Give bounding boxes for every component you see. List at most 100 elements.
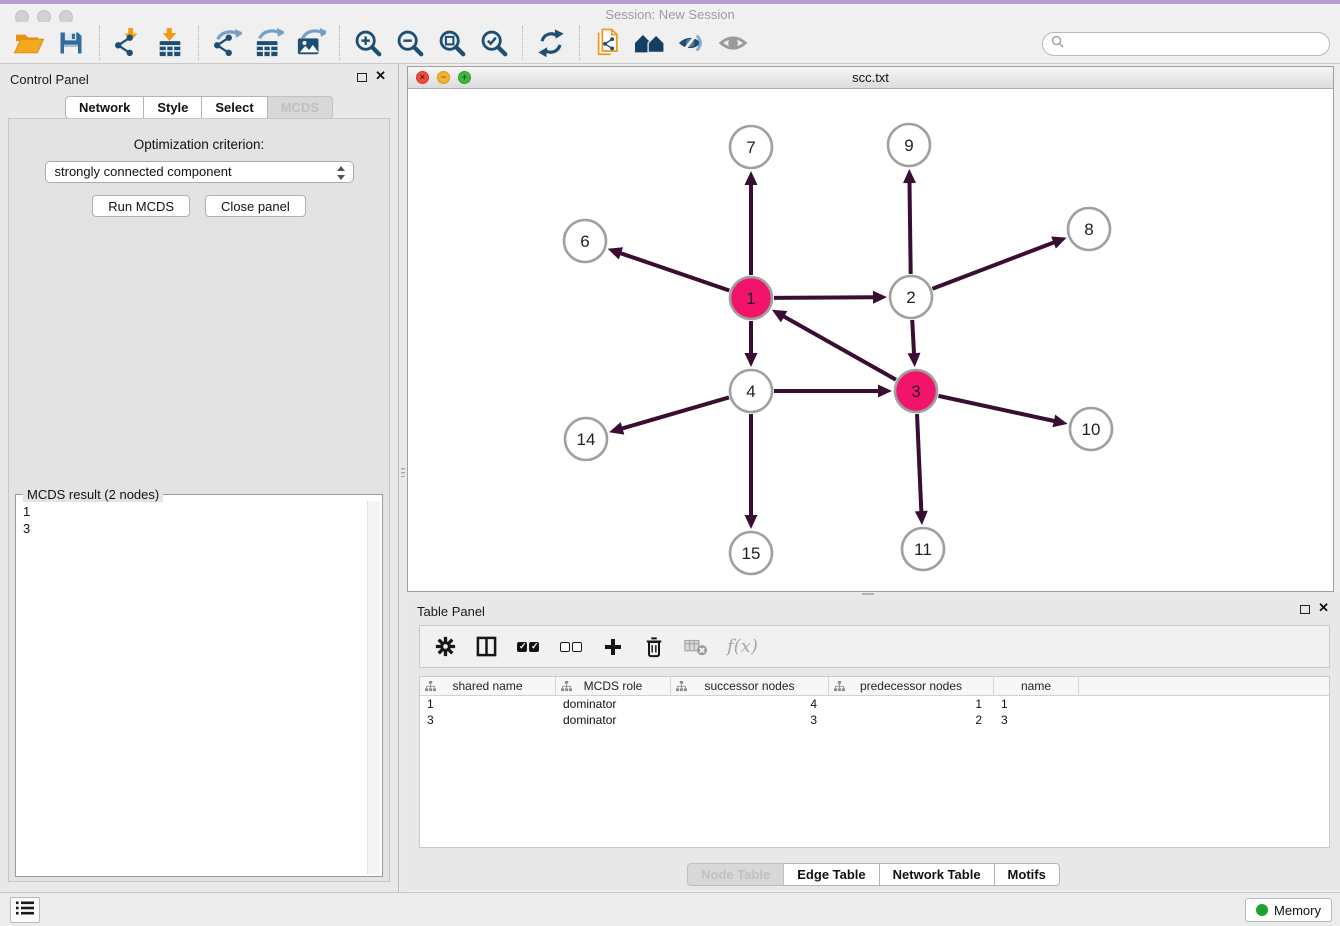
table-cell: 4: [671, 696, 829, 712]
graph-edge-3-1[interactable]: [772, 310, 896, 380]
graph-edge-4-14[interactable]: [609, 397, 729, 434]
close-panel-button[interactable]: Close panel: [205, 195, 306, 217]
window-title: Session: New Session: [0, 7, 1340, 22]
float-panel-icon[interactable]: [357, 73, 367, 82]
copy-network-icon[interactable]: [590, 25, 626, 61]
split-panel-icon[interactable]: [475, 634, 497, 660]
graph-node-6[interactable]: 6: [564, 220, 606, 262]
table-panel: Table Panel ✕ f(x) shared nameMCDS roles…: [407, 596, 1340, 890]
function-builder-icon: f(x): [727, 634, 758, 660]
export-network-icon[interactable]: [209, 25, 245, 61]
zoom-fit-icon[interactable]: [434, 25, 470, 61]
app-titlebar[interactable]: Session: New Session: [0, 4, 1340, 22]
tab-motifs[interactable]: Motifs: [995, 863, 1060, 886]
graph-node-11[interactable]: 11: [902, 528, 944, 570]
tab-mcds[interactable]: MCDS: [268, 96, 333, 119]
network-window: × − + scc.txt 7 9 6 8 1 2 4 3 14 10 15 11: [407, 66, 1334, 592]
tab-network[interactable]: Network: [65, 96, 144, 119]
search-icon: [1051, 35, 1064, 53]
column-header-predecessor-nodes[interactable]: predecessor nodes: [829, 677, 994, 695]
graph-node-3[interactable]: 3: [895, 370, 937, 412]
memory-button[interactable]: Memory: [1245, 898, 1332, 922]
tab-style[interactable]: Style: [144, 96, 202, 119]
graph-node-8[interactable]: 8: [1068, 208, 1110, 250]
zoom-in-icon[interactable]: [350, 25, 386, 61]
column-header-MCDS-role[interactable]: MCDS role: [556, 677, 671, 695]
tab-node-table[interactable]: Node Table: [687, 863, 784, 886]
graph-edge-2-3[interactable]: [907, 320, 920, 367]
table-cell: 3: [420, 712, 556, 728]
graph-edge-3-11[interactable]: [915, 414, 928, 525]
svg-text:2: 2: [906, 288, 915, 307]
graph-node-14[interactable]: 14: [565, 418, 607, 460]
graph-edge-2-8[interactable]: [932, 236, 1066, 288]
table-cell: 1: [420, 696, 556, 712]
tab-edge-table[interactable]: Edge Table: [784, 863, 879, 886]
graph-edge-1-6[interactable]: [608, 247, 730, 290]
svg-text:4: 4: [746, 382, 755, 401]
graph-edge-1-4[interactable]: [745, 321, 758, 367]
zoom-selected-icon[interactable]: [476, 25, 512, 61]
svg-text:11: 11: [914, 540, 932, 559]
graph-node-1[interactable]: 1: [730, 277, 772, 319]
splitter-handle[interactable]: [862, 593, 874, 595]
mcds-result-group: MCDS result (2 nodes) 1 3: [15, 494, 383, 877]
graph-node-4[interactable]: 4: [730, 370, 772, 412]
vertical-splitter[interactable]: [400, 64, 407, 892]
run-mcds-button[interactable]: Run MCDS: [92, 195, 190, 217]
network-canvas[interactable]: 7 9 6 8 1 2 4 3 14 10 15 11: [408, 89, 1333, 591]
close-panel-icon[interactable]: ✕: [1318, 601, 1329, 615]
export-image-icon[interactable]: [293, 25, 329, 61]
splitter-handle[interactable]: [401, 468, 405, 477]
table-row[interactable]: 1dominator411: [420, 696, 1329, 712]
graph-edge-4-3[interactable]: [774, 385, 892, 398]
graph-edge-4-15[interactable]: [745, 414, 758, 529]
settings-gear-icon[interactable]: [434, 634, 456, 660]
column-header-successor-nodes[interactable]: successor nodes: [671, 677, 829, 695]
graph-node-10[interactable]: 10: [1070, 408, 1112, 450]
export-table-icon[interactable]: [251, 25, 287, 61]
main-toolbar: [0, 22, 1340, 64]
table-row[interactable]: 3dominator323: [420, 712, 1329, 728]
deselect-all-icon[interactable]: [559, 634, 583, 660]
tab-select[interactable]: Select: [202, 96, 267, 119]
column-header-shared-name[interactable]: shared name: [420, 677, 556, 695]
automation-panel-button[interactable]: [10, 897, 40, 923]
import-table-icon[interactable]: [152, 25, 188, 61]
select-all-icon[interactable]: [516, 634, 540, 660]
first-neighbors-icon[interactable]: [632, 25, 668, 61]
delete-column-icon[interactable]: [643, 634, 665, 660]
tab-network-table[interactable]: Network Table: [880, 863, 995, 886]
column-header-name[interactable]: name: [994, 677, 1079, 695]
result-scrollbar[interactable]: [367, 501, 380, 874]
close-panel-icon[interactable]: ✕: [375, 69, 386, 83]
graph-edge-3-10[interactable]: [938, 396, 1067, 427]
network-window-titlebar[interactable]: × − + scc.txt: [408, 67, 1333, 89]
memory-status-icon: [1256, 904, 1268, 916]
select-chevrons-icon: [337, 165, 346, 181]
search-field[interactable]: [1042, 32, 1330, 56]
open-session-icon[interactable]: [11, 25, 47, 61]
graph-edge-1-7[interactable]: [745, 171, 758, 275]
delete-table-icon: [684, 634, 708, 660]
search-input[interactable]: [1069, 35, 1329, 53]
criterion-select[interactable]: strongly connected component: [45, 161, 354, 183]
svg-text:8: 8: [1084, 220, 1093, 239]
mcds-result-text[interactable]: 1 3: [18, 501, 366, 874]
hide-selected-icon[interactable]: [674, 25, 710, 61]
add-column-icon[interactable]: [602, 634, 624, 660]
graph-edge-1-2[interactable]: [774, 291, 887, 304]
graph-node-9[interactable]: 9: [888, 124, 930, 166]
graph-node-15[interactable]: 15: [730, 532, 772, 574]
import-network-icon[interactable]: [110, 25, 146, 61]
show-all-icon[interactable]: [716, 25, 752, 61]
save-session-icon[interactable]: [53, 25, 89, 61]
zoom-out-icon[interactable]: [392, 25, 428, 61]
graph-node-7[interactable]: 7: [730, 126, 772, 168]
graph-node-2[interactable]: 2: [890, 276, 932, 318]
svg-text:1: 1: [746, 289, 755, 308]
graph-edge-2-9[interactable]: [903, 169, 916, 274]
float-panel-icon[interactable]: [1300, 605, 1310, 614]
optimization-criterion-label: Optimization criterion:: [9, 137, 389, 152]
refresh-icon[interactable]: [533, 25, 569, 61]
